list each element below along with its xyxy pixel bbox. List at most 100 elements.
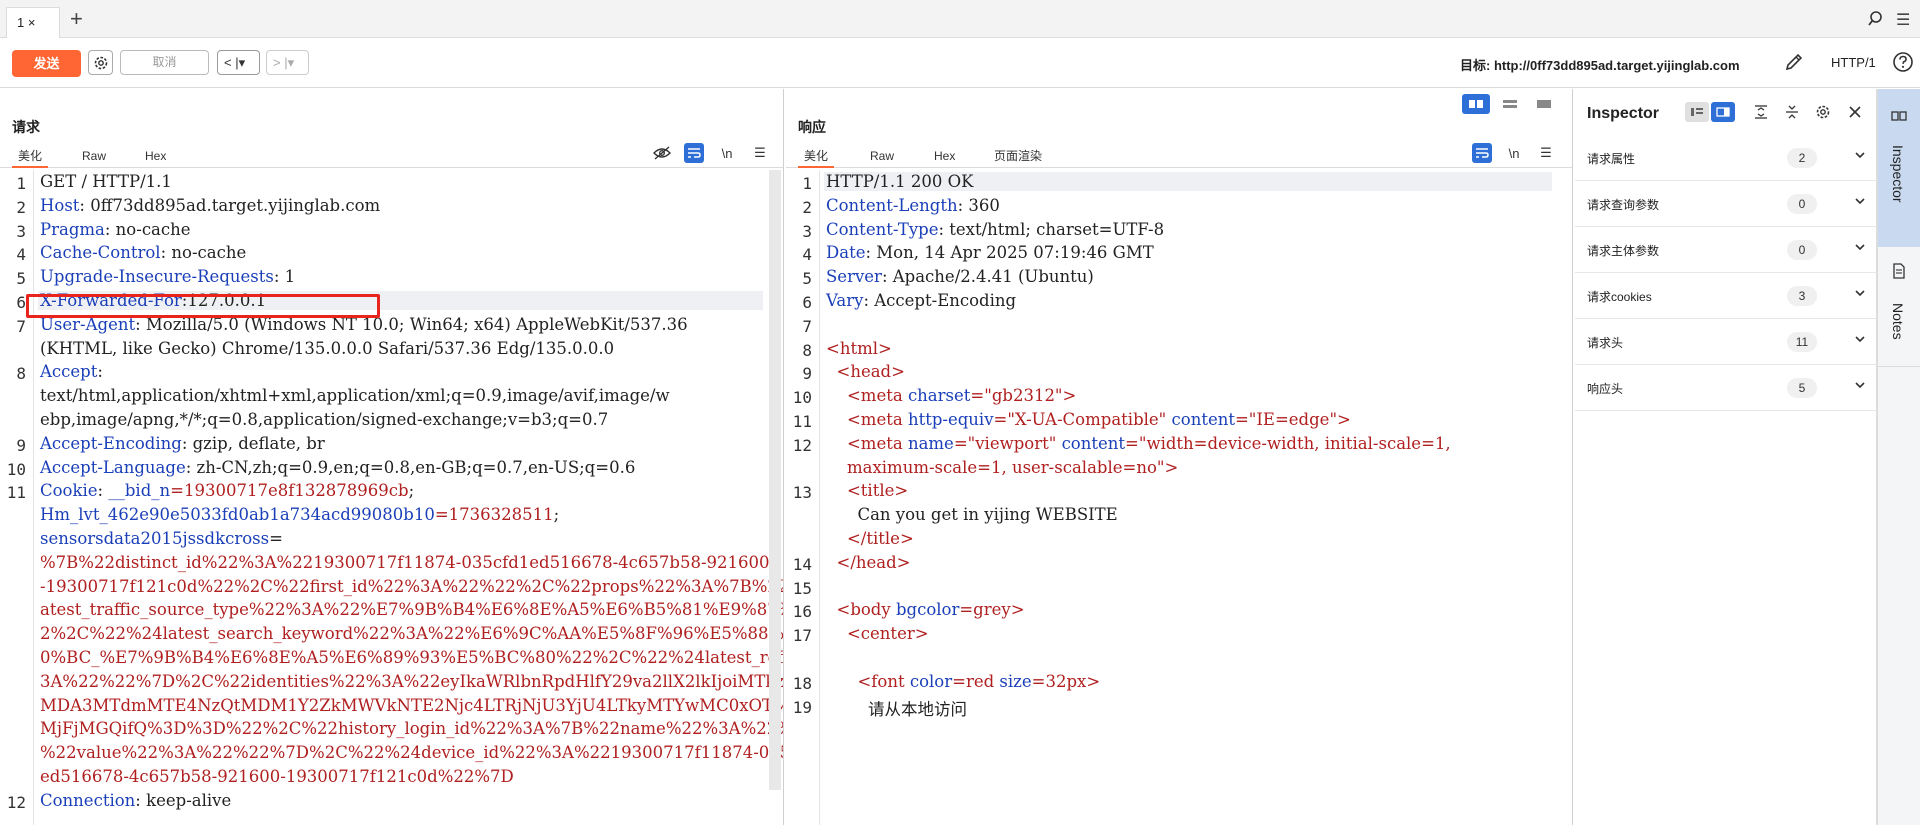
code-line: Vary: Accept-Encoding xyxy=(826,291,1016,310)
response-title: 响应 xyxy=(798,119,826,135)
collapse-all-icon[interactable] xyxy=(1780,102,1804,122)
inspector-row[interactable]: 请求查询参数 0 xyxy=(1575,181,1877,227)
request-tab-hex[interactable]: Hex xyxy=(139,147,172,168)
wrap-lines-icon[interactable] xyxy=(1472,143,1492,163)
layout-stacked-icon[interactable] xyxy=(1496,94,1524,114)
sidebar-tab-notes[interactable]: Notes xyxy=(1878,247,1920,367)
code-line: %22value%22%3A%22%22%7D%2C%22%24device_i… xyxy=(40,743,783,762)
right-sidebar: Inspector Notes xyxy=(1877,89,1920,825)
wrap-lines-icon[interactable] xyxy=(684,143,704,163)
line-number: 13 xyxy=(792,483,812,503)
help-icon[interactable] xyxy=(1892,51,1914,78)
tab-1[interactable]: 1 × xyxy=(6,7,60,38)
code-line: Connection: keep-alive xyxy=(40,791,231,810)
response-tab-raw[interactable]: Raw xyxy=(864,147,900,168)
layout-tabs-icon[interactable] xyxy=(1530,94,1558,114)
send-button[interactable]: 发送 xyxy=(12,50,81,77)
response-tab-hex[interactable]: Hex xyxy=(928,147,961,168)
forward-button[interactable]: > |▾ xyxy=(266,50,309,75)
inspector-row-count: 3 xyxy=(1787,286,1817,306)
inspector-row[interactable]: 请求属性 2 xyxy=(1575,135,1877,181)
code-line: Accept: xyxy=(40,362,103,381)
code-key: Vary xyxy=(826,291,864,310)
request-tab-raw[interactable]: Raw xyxy=(76,147,112,168)
code-value: <html> xyxy=(826,338,892,358)
inspector-panel-view-icon[interactable] xyxy=(1711,102,1735,122)
options-menu-icon[interactable]: ☰ xyxy=(750,143,770,163)
layout-split-icon[interactable] xyxy=(1462,94,1490,114)
back-button[interactable]: < |▾ xyxy=(217,50,260,75)
code-line: 0%BC_%E7%9B%B4%E6%8E%A5%E6%89%93%E5%BC%8… xyxy=(40,648,783,667)
code-value: : no-cache xyxy=(160,243,247,263)
code-key: Accept-Encoding xyxy=(40,433,182,453)
code-line: <html> xyxy=(826,339,892,358)
line-number: 7 xyxy=(16,316,26,336)
inspector-row-label: 请求头 xyxy=(1587,336,1624,350)
code-value: 0%BC_%E7%9B%B4%E6%8E%A5%E6%89%93%E5%BC%8… xyxy=(40,648,783,667)
request-editor[interactable]: 1 2 3 4 5 6 7 8 9 10 11 12 GET / HTTP/1.1 Host: 0ff7… xyxy=(0,170,783,825)
settings-gear-icon[interactable] xyxy=(88,50,113,75)
code-value: : text/html; charset=UTF-8 xyxy=(938,219,1165,239)
code-line: </title> xyxy=(826,529,914,548)
code-line: sensorsdata2015jssdkcross= xyxy=(40,529,283,548)
inspector-row[interactable]: 请求主体参数 0 xyxy=(1575,227,1877,273)
chevron-down-icon[interactable] xyxy=(1853,148,1867,167)
edit-pencil-icon[interactable] xyxy=(1784,52,1804,77)
line-number: 4 xyxy=(16,245,26,265)
sidebar-tab-inspector[interactable]: Inspector xyxy=(1878,89,1920,247)
line-number: 10 xyxy=(6,459,26,479)
code-key: Host xyxy=(40,195,80,215)
inspector-list-view-icon[interactable] xyxy=(1685,102,1709,122)
code-key: __bid_n xyxy=(108,481,171,501)
inspector-row[interactable]: 请求cookies 3 xyxy=(1575,273,1877,319)
chevron-down-icon[interactable] xyxy=(1853,378,1867,397)
request-title: 请求 xyxy=(12,119,40,135)
menu-icon[interactable]: ☰ xyxy=(1896,10,1910,30)
layout-toggle-group xyxy=(1462,94,1562,116)
chevron-down-icon[interactable] xyxy=(1853,194,1867,213)
code-key: Pragma xyxy=(40,219,105,239)
code-value: 3A%22%22%7D%2C%22identities%22%3A%22eyIk… xyxy=(40,671,783,691)
code-line: HTTP/1.1 200 OK xyxy=(824,172,1552,191)
inspector-row[interactable]: 请求头 11 xyxy=(1575,319,1877,365)
inspector-row[interactable]: 响应头 5 xyxy=(1575,365,1877,411)
code-value: : 0ff73dd895ad.target.yijinglab.com xyxy=(79,195,381,215)
code-line: MDA3MTdmMTE4NzQtMDM1Y2ZkMWVkNTE2Njc4LTRj… xyxy=(40,696,783,715)
inspector-row-count: 0 xyxy=(1787,194,1817,214)
line-number: 11 xyxy=(792,412,812,431)
code-line: <font color=red size=32px> xyxy=(826,672,1100,691)
add-tab-button[interactable]: + xyxy=(70,6,83,32)
http-version-toggle[interactable]: HTTP/1 xyxy=(1831,55,1876,70)
chevron-down-icon[interactable] xyxy=(1853,332,1867,351)
chevron-down-icon[interactable] xyxy=(1853,286,1867,305)
search-icon[interactable] xyxy=(1868,10,1886,33)
close-icon[interactable] xyxy=(1843,102,1867,122)
code-line: Content-Type: text/html; charset=UTF-8 xyxy=(826,220,1164,239)
code-line: <title> xyxy=(826,481,908,500)
code-value: <meta xyxy=(826,410,908,429)
response-tab-render[interactable]: 页面渲染 xyxy=(988,147,1048,168)
code-line: Can you get in yijing WEBSITE xyxy=(826,505,1117,524)
code-line: Accept-Language: zh-CN,zh;q=0.9,en;q=0.8… xyxy=(40,458,635,477)
response-tab-pretty[interactable]: 美化 xyxy=(798,147,835,168)
newline-toggle-icon[interactable]: \n xyxy=(1504,143,1524,163)
request-scrollbar[interactable] xyxy=(769,170,781,790)
code-line: <body bgcolor=grey> xyxy=(826,600,1024,620)
newline-toggle-icon[interactable]: \n xyxy=(717,143,737,163)
options-menu-icon[interactable]: ☰ xyxy=(1536,143,1556,163)
chevron-down-icon[interactable] xyxy=(1853,240,1867,259)
hide-eye-icon[interactable] xyxy=(652,143,672,163)
highlight-box xyxy=(26,294,380,318)
code-value: : Mon, 14 Apr 2025 07:19:46 GMT xyxy=(865,243,1154,263)
request-tab-pretty[interactable]: 美化 xyxy=(12,147,49,168)
code-key: bgcolor xyxy=(895,600,960,620)
expand-all-icon[interactable] xyxy=(1749,102,1773,122)
cancel-button[interactable]: 取消 xyxy=(120,50,209,75)
code-value: ="gb2312"> xyxy=(970,386,1077,406)
response-editor[interactable]: 1 2 3 4 5 6 7 8 9 10 11 12 13 14 15 16 17 18 19 HTTP/1.1 2… xyxy=(786,170,1572,825)
code-value: <head> xyxy=(826,362,905,382)
inspector-settings-gear-icon[interactable] xyxy=(1811,102,1835,122)
line-number: 9 xyxy=(802,364,812,384)
code-key: Accept-Language xyxy=(40,457,186,477)
code-line: Content-Length: 360 xyxy=(826,196,1000,215)
